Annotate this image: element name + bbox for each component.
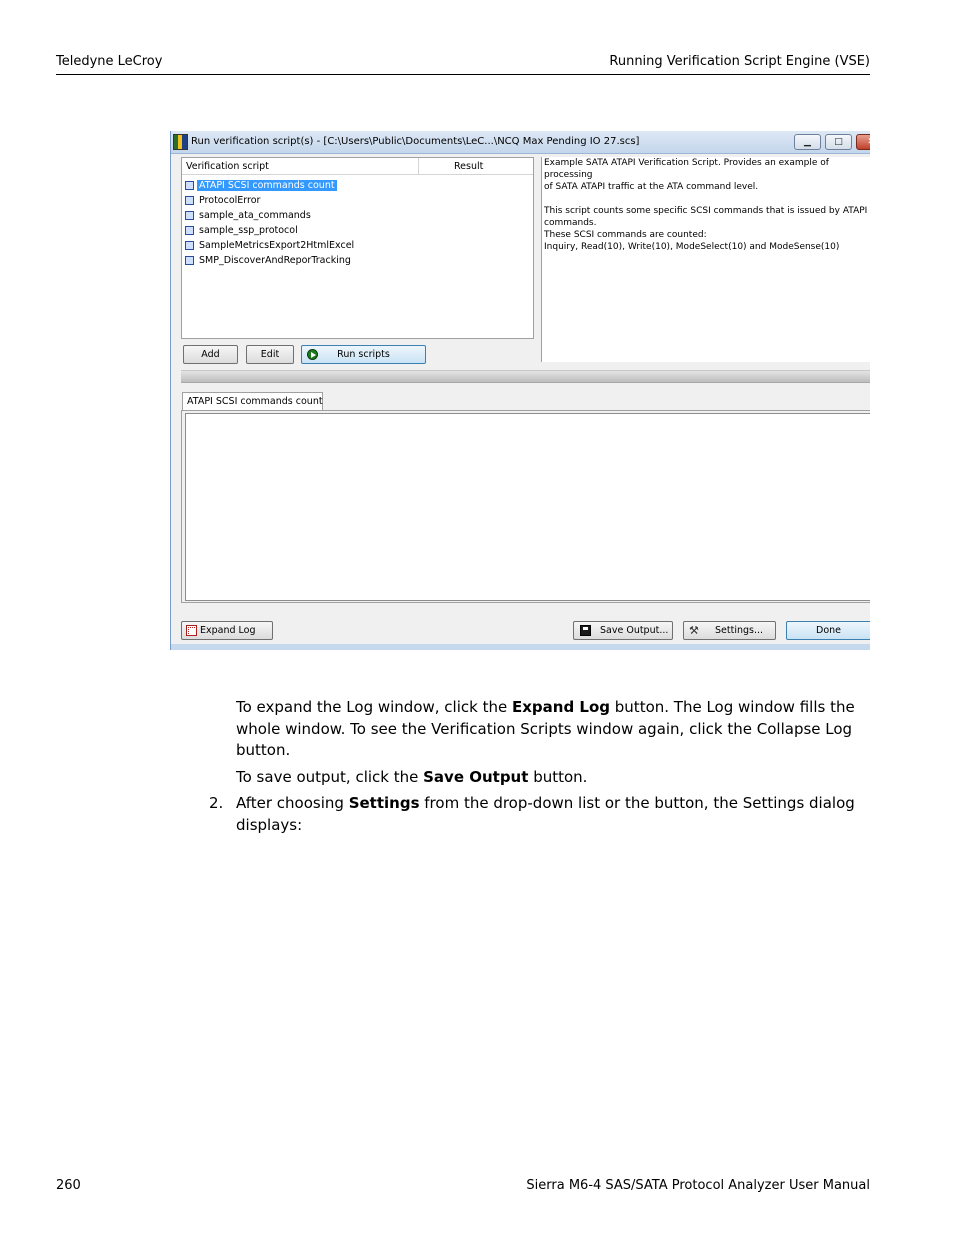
script-file-icon — [185, 211, 194, 220]
list-number: 2. — [209, 794, 224, 812]
script-file-icon — [185, 226, 194, 235]
done-button[interactable]: Done — [786, 621, 870, 640]
dialog-titlebar: Run verification script(s) - [C:\Users\P… — [171, 131, 870, 154]
description-line: This script counts some specific SCSI co… — [544, 206, 868, 216]
description-line: These SCSI commands are counted: — [544, 230, 707, 240]
pane-splitter[interactable] — [181, 370, 870, 383]
script-file-icon — [185, 196, 194, 205]
log-panel — [181, 410, 870, 603]
add-button[interactable]: Add — [183, 345, 238, 364]
list-item[interactable]: sample_ssp_protocol — [185, 223, 356, 238]
expand-log-label: Expand Log — [200, 625, 256, 636]
description-line: processing — [544, 170, 593, 180]
settings-button[interactable]: ⚒ Settings... — [683, 621, 776, 640]
column-result[interactable]: Result — [454, 161, 483, 172]
maximize-button[interactable]: □ — [825, 134, 852, 150]
description-line: commands. — [544, 218, 597, 228]
script-description: Example SATA ATAPI Verification Script. … — [541, 157, 870, 362]
description-line: Example SATA ATAPI Verification Script. … — [544, 158, 829, 168]
description-line: Inquiry, Read(10), Write(10), ModeSelect… — [544, 242, 840, 252]
header-rule — [56, 74, 870, 75]
tools-icon: ⚒ — [689, 624, 699, 637]
script-file-icon — [185, 181, 194, 190]
dialog-bottom-border — [171, 644, 870, 650]
floppy-disk-icon — [580, 625, 591, 636]
term-settings: Settings — [348, 794, 420, 812]
column-verification-script[interactable]: Verification script — [186, 161, 269, 172]
header-section-title: Running Verification Script Engine (VSE) — [609, 54, 870, 69]
description-line: of SATA ATAPI traffic at the ATA command… — [544, 182, 759, 192]
save-output-label: Save Output... — [600, 625, 669, 636]
header-company: Teledyne LeCroy — [56, 54, 163, 69]
script-file-icon — [185, 241, 194, 250]
list-item[interactable]: sample_ata_commands — [185, 208, 356, 223]
expand-icon — [186, 625, 197, 636]
run-scripts-label: Run scripts — [337, 349, 390, 360]
paragraph-save-output: To save output, click the Save Output bu… — [236, 768, 588, 786]
settings-label: Settings... — [715, 625, 764, 636]
script-list[interactable]: Verification script Result ATAPI SCSI co… — [181, 157, 534, 339]
script-list-items: ATAPI SCSI commands count ProtocolError … — [185, 178, 356, 268]
run-verification-dialog-screenshot: Run verification script(s) - [C:\Users\P… — [170, 131, 870, 650]
play-icon — [307, 349, 318, 360]
log-output-area[interactable] — [185, 413, 870, 601]
close-button[interactable]: ✕ — [856, 134, 870, 150]
script-list-header: Verification script Result — [182, 158, 533, 175]
run-scripts-button[interactable]: Run scripts — [301, 345, 426, 364]
paragraph-settings: After choosing Settings from the drop-do… — [236, 794, 855, 834]
app-icon — [173, 134, 188, 150]
dialog-title: Run verification script(s) - [C:\Users\P… — [191, 136, 640, 147]
minimize-button[interactable]: ▁ — [794, 134, 821, 150]
tab-log[interactable]: ATAPI SCSI commands count — [182, 392, 323, 410]
list-item[interactable]: SMP_DiscoverAndReporTracking — [185, 253, 356, 268]
list-item[interactable]: SampleMetricsExport2HtmlExcel — [185, 238, 356, 253]
footer-manual-title: Sierra M6-4 SAS/SATA Protocol Analyzer U… — [526, 1178, 870, 1193]
term-expand-log: Expand Log — [511, 698, 611, 716]
paragraph-expand-log: To expand the Log window, click the Expa… — [236, 698, 855, 759]
script-file-icon — [185, 256, 194, 265]
term-save-output: Save Output — [423, 768, 529, 786]
expand-log-button[interactable]: Expand Log — [181, 621, 273, 640]
list-item[interactable]: ATAPI SCSI commands count — [185, 178, 356, 193]
edit-button[interactable]: Edit — [246, 345, 294, 364]
list-item[interactable]: ProtocolError — [185, 193, 356, 208]
column-separator — [418, 158, 419, 175]
page-number: 260 — [56, 1178, 81, 1193]
save-output-button[interactable]: Save Output... — [573, 621, 673, 640]
